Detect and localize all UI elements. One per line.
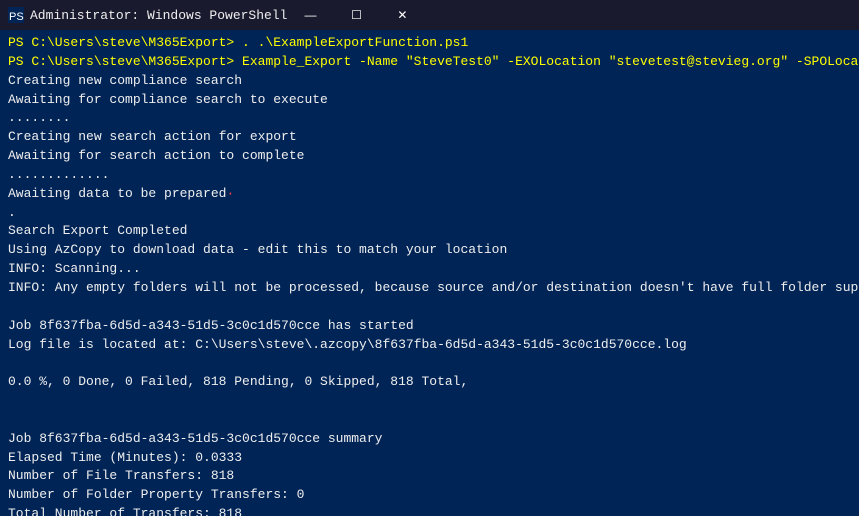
window-title: Administrator: Windows PowerShell [30,8,287,23]
titlebar: PS Administrator: Windows PowerShell — ☐… [0,0,859,30]
window-controls: — ☐ ✕ [287,0,425,30]
terminal-output: PS C:\Users\steve\M365Export> . .\Exampl… [0,30,859,516]
svg-text:PS: PS [9,11,24,23]
minimize-button[interactable]: — [287,0,333,30]
maximize-button[interactable]: ☐ [333,0,379,30]
close-button[interactable]: ✕ [379,0,425,30]
powershell-icon: PS [8,7,24,23]
